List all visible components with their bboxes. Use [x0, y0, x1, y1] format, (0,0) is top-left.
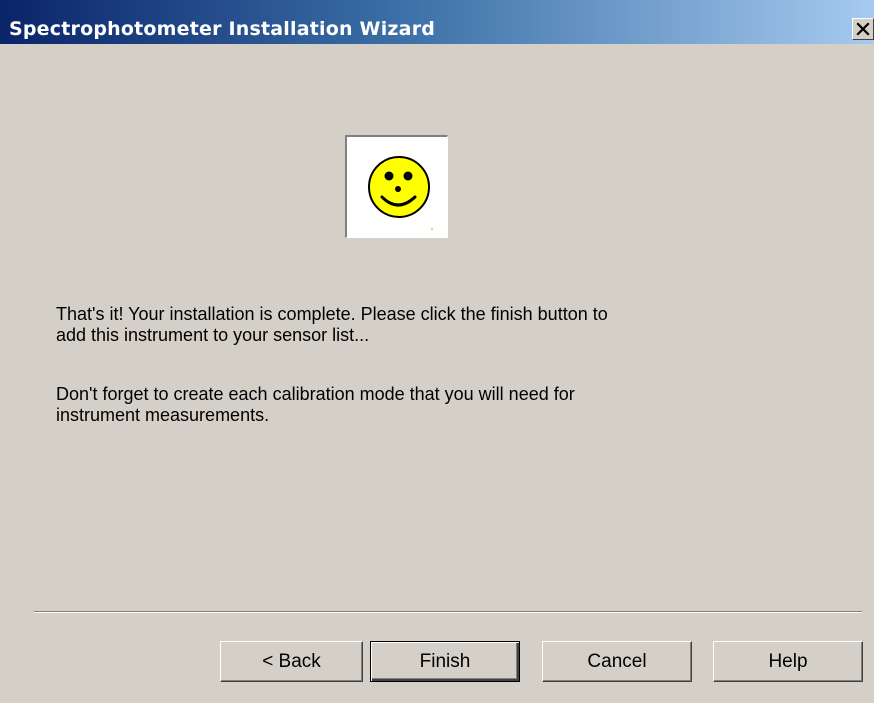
cancel-button[interactable]: Cancel — [542, 641, 692, 682]
calibration-reminder-line-1: Don't forget to create each calibration … — [56, 384, 575, 404]
wizard-illustration — [345, 135, 448, 238]
smiley-face-icon — [368, 156, 433, 230]
wizard-window: Spectrophotometer Installation Wizard Th… — [0, 0, 874, 703]
help-button[interactable]: Help — [713, 641, 863, 682]
completion-message-line-2: add this instrument to your sensor list.… — [56, 325, 370, 345]
completion-message: That's it! Your installation is complete… — [56, 304, 608, 346]
calibration-reminder: Don't forget to create each calibration … — [56, 384, 575, 426]
finish-button[interactable]: Finish — [370, 641, 520, 682]
close-button[interactable] — [852, 18, 874, 40]
back-button[interactable]: < Back — [220, 641, 363, 682]
button-separator — [34, 611, 862, 613]
window-title: Spectrophotometer Installation Wizard — [9, 18, 436, 40]
close-icon — [856, 22, 870, 36]
completion-message-line-1: That's it! Your installation is complete… — [56, 304, 608, 324]
calibration-reminder-line-2: instrument measurements. — [56, 405, 270, 425]
title-bar[interactable]: Spectrophotometer Installation Wizard — [0, 0, 874, 44]
